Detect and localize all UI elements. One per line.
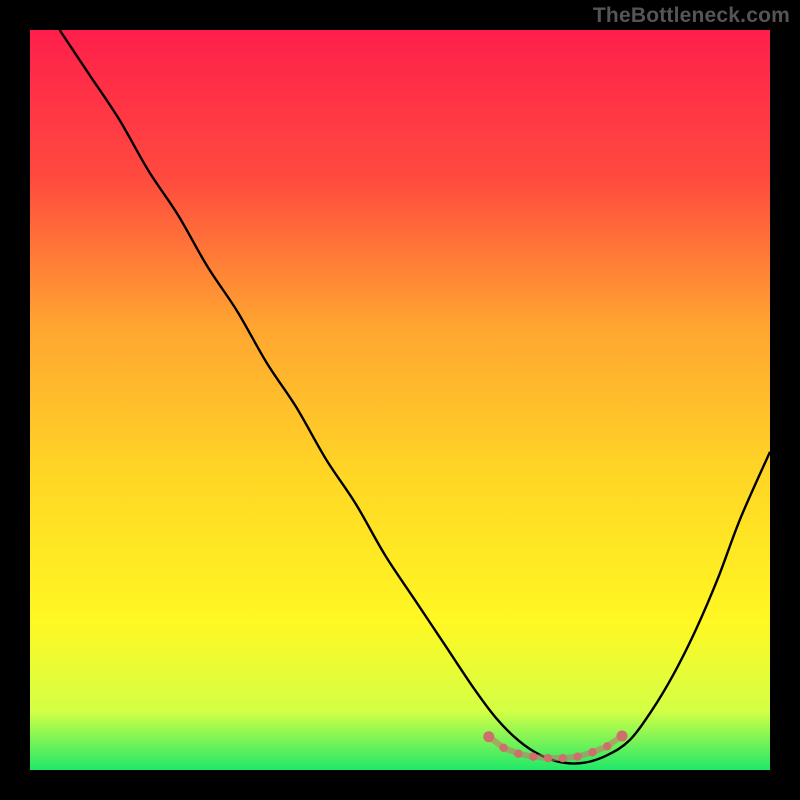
highlight-dot: [573, 752, 581, 760]
gradient-background: [30, 30, 770, 770]
highlight-dot: [544, 754, 552, 762]
plot-area: [30, 30, 770, 770]
watermark-text: TheBottleneck.com: [593, 4, 790, 28]
highlight-dot: [603, 742, 611, 750]
highlight-dot: [483, 731, 494, 742]
bottleneck-plot-svg: [30, 30, 770, 770]
highlight-dot: [588, 748, 596, 756]
chart-frame: TheBottleneck.com: [0, 0, 800, 800]
highlight-dot: [559, 754, 567, 762]
highlight-dot: [514, 750, 522, 758]
highlight-dot: [617, 730, 628, 741]
highlight-dot: [529, 752, 537, 760]
highlight-dot: [499, 744, 507, 752]
